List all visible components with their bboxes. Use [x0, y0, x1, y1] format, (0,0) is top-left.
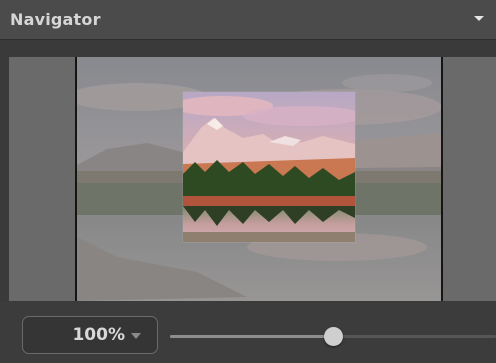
visible-area-image: [183, 92, 355, 242]
zoom-slider-thumb[interactable]: [324, 327, 343, 346]
panel-title: Navigator: [10, 10, 101, 29]
navigator-panel: Navigator 100%: [0, 0, 496, 363]
panel-header[interactable]: Navigator: [0, 0, 496, 40]
image-preview[interactable]: [75, 57, 443, 301]
visible-area-rectangle[interactable]: [183, 92, 355, 242]
zoom-slider-fill: [170, 335, 333, 338]
zoom-footer: 100%: [0, 302, 496, 363]
panel-menu-triangle-down-icon[interactable]: [474, 16, 484, 21]
zoom-slider[interactable]: [170, 327, 496, 346]
zoom-value: 100%: [72, 325, 125, 345]
navigator-viewport[interactable]: [9, 57, 496, 301]
zoom-dropdown[interactable]: 100%: [22, 316, 158, 354]
zoom-caret-triangle-down-icon: [131, 333, 141, 339]
